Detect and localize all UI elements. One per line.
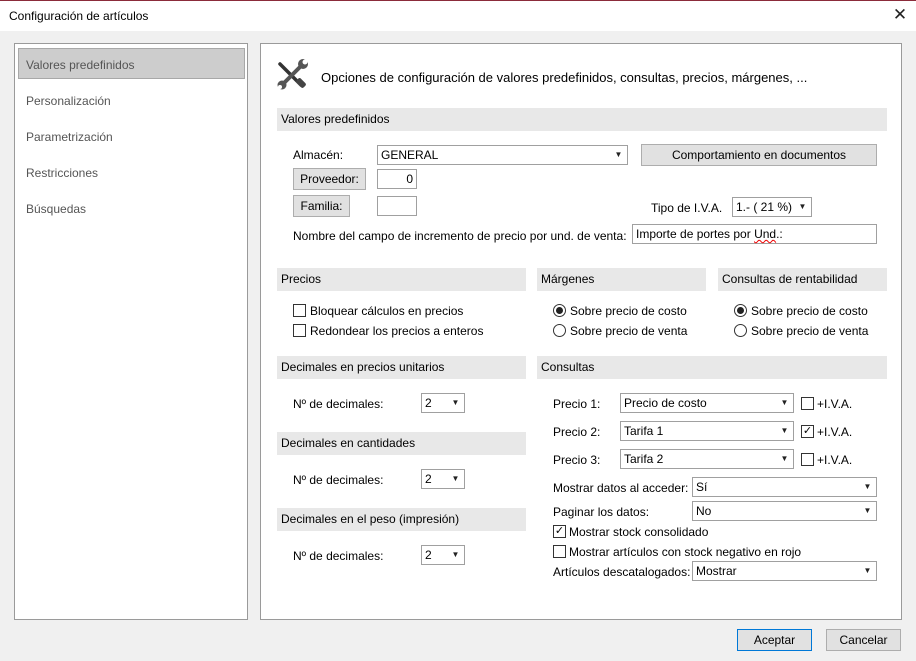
chevron-down-icon: ▼ [863, 482, 872, 491]
precio-2-iva-label: +I.V.A. [817, 425, 853, 439]
chevron-down-icon: ▼ [451, 398, 460, 407]
header-description: Opciones de configuración de valores pre… [321, 70, 808, 85]
sidebar-item-parametrizacion[interactable]: Parametrización [26, 130, 113, 144]
chevron-down-icon: ▼ [451, 550, 460, 559]
decimales-peso-label: Nº de decimales: [293, 549, 384, 563]
descatalogados-select[interactable]: Mostrar ▼ [692, 561, 877, 581]
decimales-precios-select[interactable]: 2 ▼ [421, 393, 465, 413]
almacen-select[interactable]: GENERAL ▼ [377, 145, 628, 165]
aceptar-button[interactable]: Aceptar [737, 629, 812, 651]
chevron-down-icon: ▼ [798, 202, 807, 211]
chevron-down-icon: ▼ [780, 454, 789, 463]
descatalogados-label: Artículos descatalogados: [553, 565, 691, 579]
spellcheck-flagged-text: Und [754, 227, 777, 241]
sidebar-item-personalizacion[interactable]: Personalización [26, 94, 111, 108]
margenes-venta-label: Sobre precio de venta [570, 324, 688, 338]
nombre-campo-label: Nombre del campo de incremento de precio… [293, 229, 627, 243]
sidebar-item-restricciones[interactable]: Restricciones [26, 166, 98, 180]
familia-button[interactable]: Familia: [293, 195, 350, 217]
chevron-down-icon: ▼ [863, 566, 872, 575]
precio-3-iva-label: +I.V.A. [817, 453, 853, 467]
decimales-cantidades-value: 2 [425, 472, 432, 486]
stock-negativo-checkbox[interactable] [553, 545, 566, 558]
section-consultas-rentabilidad: Consultas de rentabilidad [718, 268, 887, 291]
proveedor-button[interactable]: Proveedor: [293, 168, 366, 190]
paginar-label: Paginar los datos: [553, 505, 650, 519]
proveedor-field[interactable]: 0 [377, 169, 417, 189]
chevron-down-icon: ▼ [863, 506, 872, 515]
sidebar-item-busquedas[interactable]: Búsquedas [26, 202, 86, 216]
stock-negativo-label: Mostrar artículos con stock negativo en … [569, 545, 802, 559]
comportamiento-documentos-button[interactable]: Comportamiento en documentos [641, 144, 877, 166]
paginar-select[interactable]: No ▼ [692, 501, 877, 521]
tools-icon [274, 58, 310, 92]
window-title: Configuración de artículos [9, 9, 149, 23]
rentabilidad-costo-radio[interactable] [734, 304, 747, 317]
section-decimales-cantidades: Decimales en cantidades [277, 432, 526, 455]
section-valores-predefinidos: Valores predefinidos [277, 108, 887, 131]
decimales-cantidades-select[interactable]: 2 ▼ [421, 469, 465, 489]
decimales-peso-value: 2 [425, 548, 432, 562]
sidebar: Valores predefinidos Personalización Par… [14, 43, 248, 620]
precio-1-iva-label: +I.V.A. [817, 397, 853, 411]
precio-3-select[interactable]: Tarifa 2 ▼ [620, 449, 794, 469]
section-decimales-precios: Decimales en precios unitarios [277, 356, 526, 379]
bloquear-calculos-label: Bloquear cálculos en precios [310, 304, 464, 318]
section-consultas: Consultas [537, 356, 887, 379]
bloquear-calculos-checkbox[interactable] [293, 304, 306, 317]
chevron-down-icon: ▼ [780, 426, 789, 435]
precio-3-iva-checkbox[interactable] [801, 453, 814, 466]
tipo-iva-select[interactable]: 1.- ( 21 %) ▼ [732, 197, 812, 217]
margenes-venta-radio[interactable] [553, 324, 566, 337]
precio-2-value: Tarifa 1 [624, 424, 664, 438]
precio-1-select[interactable]: Precio de costo ▼ [620, 393, 794, 413]
paginar-value: No [696, 504, 712, 518]
almacen-value: GENERAL [381, 148, 439, 162]
precio-3-label: Precio 3: [553, 453, 601, 467]
mostrar-datos-value: Sí [696, 480, 708, 494]
decimales-cantidades-label: Nº de decimales: [293, 473, 384, 487]
stock-consolidado-checkbox[interactable]: ✓ [553, 525, 566, 538]
precio-1-label: Precio 1: [553, 397, 601, 411]
stock-consolidado-label: Mostrar stock consolidado [569, 525, 709, 539]
decimales-precios-value: 2 [425, 396, 432, 410]
decimales-precios-label: Nº de decimales: [293, 397, 384, 411]
nombre-campo-text: Importe de portes por [636, 227, 755, 241]
precio-2-iva-checkbox[interactable]: ✓ [801, 425, 814, 438]
section-margenes: Márgenes [537, 268, 706, 291]
rentabilidad-costo-label: Sobre precio de costo [751, 304, 868, 318]
cancelar-button[interactable]: Cancelar [826, 629, 901, 651]
almacen-label: Almacén: [293, 148, 344, 162]
section-precios: Precios [277, 268, 526, 291]
familia-field[interactable] [377, 196, 417, 216]
margenes-costo-radio[interactable] [553, 304, 566, 317]
precio-2-select[interactable]: Tarifa 1 ▼ [620, 421, 794, 441]
tipo-iva-value: 1.- ( 21 %) [736, 200, 793, 214]
tipo-iva-label: Tipo de I.V.A. [651, 201, 723, 215]
precio-1-iva-checkbox[interactable] [801, 397, 814, 410]
margenes-costo-label: Sobre precio de costo [570, 304, 687, 318]
chevron-down-icon: ▼ [614, 150, 623, 159]
mostrar-datos-select[interactable]: Sí ▼ [692, 477, 877, 497]
sidebar-item-valores-predefinidos[interactable]: Valores predefinidos [26, 58, 135, 72]
close-icon[interactable]: ✕ [890, 4, 910, 26]
rentabilidad-venta-radio[interactable] [734, 324, 747, 337]
redondear-precios-checkbox[interactable] [293, 324, 306, 337]
mostrar-datos-label: Mostrar datos al acceder: [553, 481, 689, 495]
decimales-peso-select[interactable]: 2 ▼ [421, 545, 465, 565]
precio-1-value: Precio de costo [624, 396, 707, 410]
chevron-down-icon: ▼ [451, 474, 460, 483]
rentabilidad-venta-label: Sobre precio de venta [751, 324, 869, 338]
precio-3-value: Tarifa 2 [624, 452, 664, 466]
precio-2-label: Precio 2: [553, 425, 601, 439]
section-decimales-peso: Decimales en el peso (impresión) [277, 508, 526, 531]
descatalogados-value: Mostrar [696, 564, 737, 578]
redondear-precios-label: Redondear los precios a enteros [310, 324, 484, 338]
nombre-campo-field[interactable]: Importe de portes por Und.: [632, 224, 877, 244]
chevron-down-icon: ▼ [780, 398, 789, 407]
nombre-campo-text-end: .: [776, 227, 783, 241]
